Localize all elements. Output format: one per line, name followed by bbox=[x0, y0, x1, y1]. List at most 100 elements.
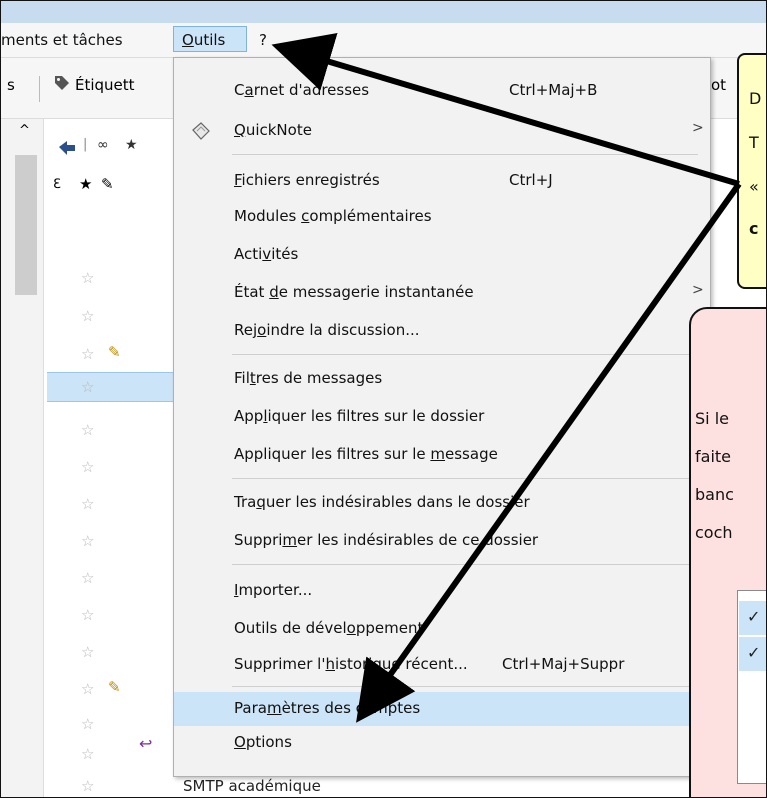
checked-item[interactable]: ✓ bbox=[739, 601, 766, 635]
menu-item-label: Options bbox=[234, 733, 292, 751]
menu-item-traquer-indesirables[interactable]: Traquer les indésirables dans le dossier bbox=[174, 488, 710, 518]
note-text: faite bbox=[695, 447, 731, 466]
note-text: D bbox=[749, 89, 762, 108]
message-sender: SMTP académique bbox=[183, 777, 321, 795]
menu-item-label: Activités bbox=[234, 245, 299, 263]
outils-dropdown-menu: Carnet d'adresses Ctrl+Maj+B QuickNote >… bbox=[173, 57, 711, 777]
menu-item-label: Traquer les indésirables dans le dossier bbox=[234, 493, 530, 511]
menu-item-options[interactable]: Options bbox=[174, 728, 710, 758]
toolbar-left-label[interactable]: s bbox=[7, 76, 15, 94]
menu-item-carnet-adresses[interactable]: Carnet d'adresses Ctrl+Maj+B bbox=[174, 76, 710, 106]
yellow-callout-note: D T « c bbox=[737, 53, 766, 289]
selected-message-row[interactable] bbox=[47, 372, 177, 402]
star-column-icon[interactable]: ★ bbox=[125, 137, 138, 153]
star-icon[interactable]: ☆ bbox=[81, 307, 94, 325]
note-text: T bbox=[749, 133, 759, 152]
menu-item-etat-messagerie[interactable]: État de messagerie instantanée > bbox=[174, 278, 710, 308]
attachment-header-icon[interactable]: ✎ bbox=[101, 175, 114, 193]
star-icon[interactable]: ☆ bbox=[81, 680, 94, 698]
menu-item-label: Filtres de messages bbox=[234, 369, 383, 387]
menu-item-quicknote[interactable]: QuickNote > bbox=[174, 116, 710, 146]
star-icon[interactable]: ☆ bbox=[81, 458, 94, 476]
menu-item-activites[interactable]: Activités bbox=[174, 240, 710, 270]
menu-item-label: Fichiers enregistrés bbox=[234, 171, 380, 189]
menu-item-label: Supprimer les indésirables de ce dossier bbox=[234, 531, 539, 549]
menu-item-label: Appliquer les filtres sur le dossier bbox=[234, 407, 485, 425]
menu-item-filtres-messages[interactable]: Filtres de messages bbox=[174, 364, 710, 394]
tags-button[interactable]: Étiquett bbox=[75, 76, 135, 94]
menu-item-rejoindre-discussion[interactable]: Rejoindre la discussion... bbox=[174, 316, 710, 346]
check-icon: ✓ bbox=[747, 643, 761, 662]
menu-item-importer[interactable]: Importer... bbox=[174, 576, 710, 606]
menu-help[interactable]: ? bbox=[259, 31, 267, 49]
star-header-icon[interactable]: ★ bbox=[79, 175, 92, 193]
menu-item-shortcut: Ctrl+Maj+B bbox=[509, 81, 598, 99]
menu-item-fichiers-enregistres[interactable]: Fichiers enregistrés Ctrl+J bbox=[174, 166, 710, 196]
star-icon[interactable]: ☆ bbox=[81, 643, 94, 661]
menu-item-label: Carnet d'adresses bbox=[234, 81, 370, 99]
star-icon[interactable]: ☆ bbox=[81, 745, 94, 763]
check-icon: ✓ bbox=[747, 607, 761, 626]
scrollbar-thumb[interactable] bbox=[15, 155, 37, 295]
menu-events-tasks[interactable]: ments et tâches bbox=[1, 31, 123, 49]
star-icon[interactable]: ☆ bbox=[81, 378, 94, 396]
menu-item-supprimer-historique[interactable]: Supprimer l'historique récent... Ctrl+Ma… bbox=[174, 650, 710, 680]
toolbar-right-fragment: ot bbox=[711, 76, 727, 94]
link-column-icon[interactable]: ∞ bbox=[97, 137, 109, 153]
attachment-icon: ✎ bbox=[108, 343, 121, 361]
menu-item-label: Appliquer les filtres sur le message bbox=[234, 445, 498, 463]
window-title-strip bbox=[1, 1, 766, 23]
menu-item-appliquer-filtres-dossier[interactable]: Appliquer les filtres sur le dossier bbox=[174, 402, 710, 432]
menu-item-label: QuickNote bbox=[234, 121, 312, 139]
star-icon[interactable]: ☆ bbox=[81, 495, 94, 513]
menu-item-label: Paramètres des comptes bbox=[234, 699, 421, 717]
star-icon[interactable]: ☆ bbox=[81, 532, 94, 550]
menu-item-label: Importer... bbox=[234, 581, 313, 599]
star-icon[interactable]: ☆ bbox=[81, 269, 94, 287]
checked-item[interactable]: ✓ bbox=[739, 637, 766, 671]
menu-item-label: Supprimer l'historique récent... bbox=[234, 655, 468, 673]
toolbar-separator bbox=[39, 76, 40, 102]
menu-bar: ments et tâches Outils ? bbox=[1, 23, 766, 58]
menu-item-label: Rejoindre la discussion... bbox=[234, 321, 420, 339]
menu-outils-label: utils bbox=[193, 31, 226, 49]
column-picker-panel: ✓ ✓ bbox=[737, 590, 766, 784]
message-list-header: | ∞ ★ ℇ ★ ✎ bbox=[45, 119, 185, 235]
star-icon[interactable]: ☆ bbox=[81, 345, 94, 363]
scroll-up-icon[interactable]: ^ bbox=[19, 123, 30, 138]
menu-separator bbox=[232, 354, 698, 355]
menu-item-supprimer-indesirables[interactable]: Supprimer les indésirables de ce dossier bbox=[174, 526, 710, 556]
star-icon[interactable]: ☆ bbox=[81, 421, 94, 439]
menu-item-appliquer-filtres-message[interactable]: Appliquer les filtres sur le message bbox=[174, 440, 710, 470]
menu-item-modules[interactable]: Modules complémentaires bbox=[174, 202, 710, 232]
menu-item-parametres-comptes[interactable]: Paramètres des comptes bbox=[174, 692, 710, 726]
attachment-icon: ✎ bbox=[108, 678, 121, 696]
menu-item-label: État de messagerie instantanée bbox=[234, 283, 474, 301]
menu-item-label: Modules complémentaires bbox=[234, 207, 432, 225]
submenu-arrow-icon: > bbox=[692, 120, 704, 136]
menu-item-shortcut: Ctrl+Maj+Suppr bbox=[502, 655, 625, 673]
menu-item-outils-developpement[interactable]: Outils de développement bbox=[174, 614, 710, 644]
menu-separator bbox=[232, 686, 698, 687]
star-icon[interactable]: ☆ bbox=[81, 777, 94, 795]
tag-icon bbox=[53, 74, 71, 96]
star-icon[interactable]: ☆ bbox=[81, 715, 94, 733]
note-text: Si le bbox=[695, 409, 729, 428]
menu-separator bbox=[232, 154, 698, 155]
thread-icon[interactable]: ℇ bbox=[53, 177, 61, 192]
star-icon[interactable]: ☆ bbox=[81, 606, 94, 624]
menu-outils[interactable]: Outils bbox=[173, 26, 247, 52]
folder-pane-scrollbar[interactable]: ^ bbox=[1, 119, 44, 797]
quicknote-icon bbox=[190, 120, 212, 142]
note-text: « bbox=[749, 177, 759, 196]
note-text: banc bbox=[695, 485, 734, 504]
note-text: coch bbox=[695, 523, 733, 542]
thread-column-icon[interactable] bbox=[57, 139, 79, 161]
app-window: ments et tâches Outils ? s Étiquett ot ^… bbox=[0, 0, 767, 798]
menu-item-shortcut: Ctrl+J bbox=[509, 171, 553, 189]
menu-separator bbox=[232, 478, 698, 479]
menu-item-label: Outils de développement bbox=[234, 619, 424, 637]
menu-separator bbox=[232, 564, 698, 565]
reply-icon: ↩ bbox=[139, 734, 153, 753]
star-icon[interactable]: ☆ bbox=[81, 569, 94, 587]
